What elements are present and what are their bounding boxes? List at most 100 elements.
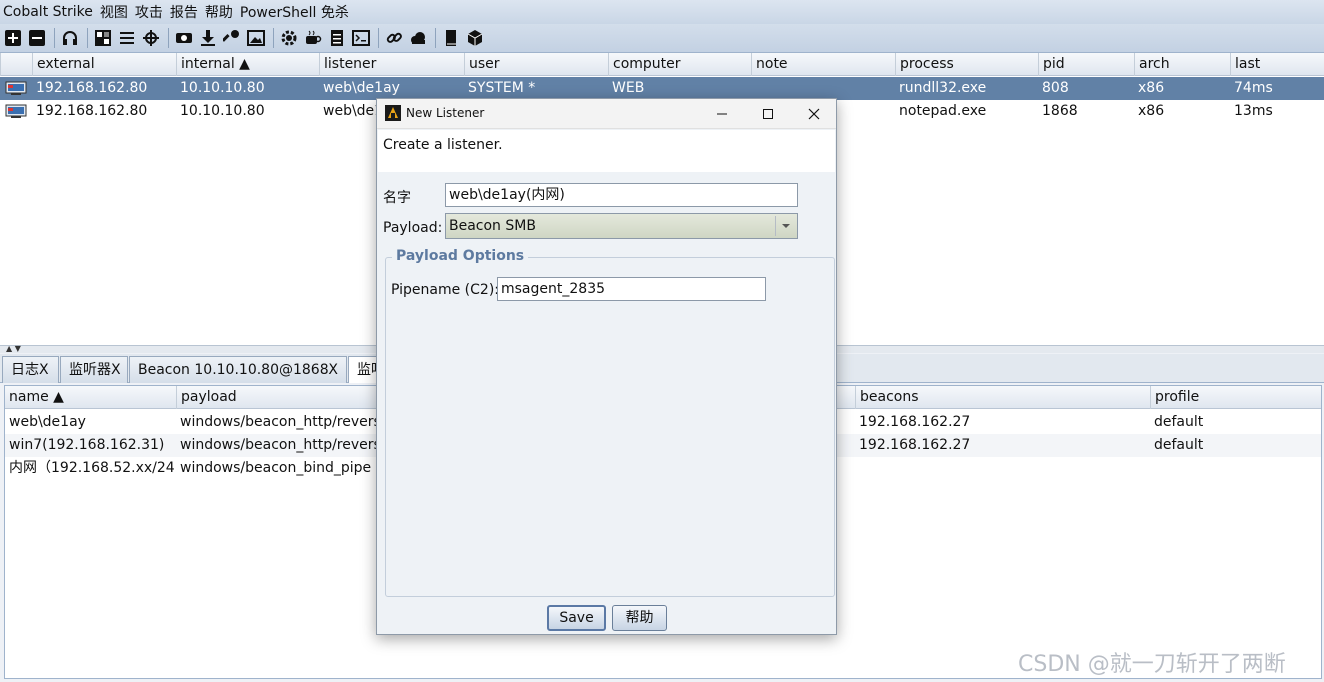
name-label: 名字 xyxy=(383,190,411,206)
payload-select[interactable]: Beacon SMB xyxy=(445,213,798,239)
payload-options-group: Payload Options Pipename (C2): msagent_2… xyxy=(385,248,835,597)
tab-beacon-label: Beacon 10.10.10.80@1868 xyxy=(138,362,329,378)
cell-note xyxy=(751,77,895,100)
watermark: CSDN @就一刀斩开了两断 xyxy=(1018,652,1286,677)
menu-bar: Cobalt Strike 视图 攻击 报告 帮助 PowerShell 免杀 xyxy=(0,0,1324,24)
cell-beacons: 192.168.162.27 xyxy=(859,414,971,430)
column-header-internal[interactable]: internal ▲ xyxy=(176,53,319,76)
cell-process: notepad.exe xyxy=(899,103,987,119)
cell-internal: 10.10.10.80 xyxy=(180,103,265,119)
dialog-title: New Listener xyxy=(406,106,485,120)
package-icon[interactable] xyxy=(464,27,486,49)
cell-computer: WEB xyxy=(612,80,645,96)
computer-icon xyxy=(5,81,27,95)
column-header-profile[interactable]: profile xyxy=(1150,386,1322,409)
column-header-arch[interactable]: arch xyxy=(1134,53,1230,76)
pipename-label: Pipename (C2): xyxy=(391,282,500,298)
close-icon xyxy=(808,108,820,120)
table-row[interactable]: 192.168.162.80 10.10.10.80 web\de1ay SYS… xyxy=(0,77,1324,100)
menu-attack[interactable]: 攻击 xyxy=(135,2,163,22)
column-header-name[interactable]: name ▲ xyxy=(5,386,176,409)
cell-profile: default xyxy=(1154,414,1204,430)
column-header-icon[interactable] xyxy=(0,53,32,76)
toolbar-separator xyxy=(378,28,379,48)
beacon-table-header: external internal ▲ listener user comput… xyxy=(0,53,1324,76)
cell-name: win7(192.168.162.31) xyxy=(9,437,165,453)
menu-cobalt-strike[interactable]: Cobalt Strike xyxy=(3,4,93,20)
column-header-pid[interactable]: pid xyxy=(1038,53,1134,76)
cell-profile: default xyxy=(1154,437,1204,453)
cell-payload: windows/beacon_http/reverse_ xyxy=(180,414,376,430)
link-icon[interactable] xyxy=(383,27,405,49)
menu-powershell[interactable]: PowerShell 免杀 xyxy=(240,2,349,22)
gear-icon[interactable] xyxy=(278,27,300,49)
help-button[interactable]: 帮助 xyxy=(612,605,667,631)
toolbar-separator xyxy=(87,28,88,48)
headphones-icon[interactable] xyxy=(59,27,81,49)
cell-profile xyxy=(1150,457,1322,480)
toolbar xyxy=(0,24,1324,53)
toolbar-separator xyxy=(54,28,55,48)
cell-payload: windows/beacon_http/reverse_ xyxy=(180,437,376,453)
cloud-icon[interactable] xyxy=(407,27,429,49)
new-listener-dialog: New Listener Create a listener. 名字 web\d… xyxy=(376,98,837,635)
menu-view[interactable]: 视图 xyxy=(100,2,128,22)
terminal-icon[interactable] xyxy=(350,27,372,49)
add-icon[interactable] xyxy=(2,27,24,49)
cell-external: 192.168.162.80 xyxy=(36,80,148,96)
name-input[interactable]: web\de1ay(内网) xyxy=(445,183,798,207)
column-header-last[interactable]: last xyxy=(1230,53,1324,76)
tab-log[interactable]: 日志X xyxy=(2,356,59,383)
cell-process: rundll32.exe xyxy=(899,80,987,96)
toolbar-separator xyxy=(168,28,169,48)
tab-beacon[interactable]: Beacon 10.10.10.80@1868 X xyxy=(129,356,347,383)
chevron-down-icon[interactable] xyxy=(775,216,795,236)
cell-internal: 10.10.10.80 xyxy=(180,80,265,96)
column-header-note[interactable]: note xyxy=(751,53,895,76)
cell-name: 内网（192.168.52.xx/24... xyxy=(9,460,176,476)
cobalt-strike-logo-icon xyxy=(385,105,401,121)
cell-last: 74ms xyxy=(1234,80,1273,96)
coffee-icon[interactable] xyxy=(302,27,324,49)
screen-icon[interactable] xyxy=(173,27,195,49)
note-icon[interactable] xyxy=(326,27,348,49)
image-icon[interactable] xyxy=(245,27,267,49)
download-icon[interactable] xyxy=(197,27,219,49)
dialog-title-bar[interactable]: New Listener xyxy=(377,99,836,129)
target-icon[interactable] xyxy=(140,27,162,49)
maximize-button[interactable] xyxy=(745,99,791,129)
column-header-user[interactable]: user xyxy=(464,53,608,76)
cell-listener: web\de1ay xyxy=(323,80,400,96)
menu-help[interactable]: 帮助 xyxy=(205,2,233,22)
cell-beacons xyxy=(855,457,1151,480)
tab-listeners[interactable]: 监听器X xyxy=(60,356,128,383)
dialog-description: Create a listener. xyxy=(378,130,835,172)
graph-icon[interactable] xyxy=(92,27,114,49)
tab-close-button[interactable]: X xyxy=(328,357,338,384)
payload-options-title: Payload Options xyxy=(392,248,529,264)
column-header-external[interactable]: external xyxy=(32,53,176,76)
cell-pid: 1868 xyxy=(1042,103,1078,119)
column-header-listener[interactable]: listener xyxy=(319,53,464,76)
list-icon[interactable] xyxy=(116,27,138,49)
close-button[interactable] xyxy=(791,99,837,129)
key-icon[interactable] xyxy=(221,27,243,49)
book-icon[interactable] xyxy=(440,27,462,49)
column-header-computer[interactable]: computer xyxy=(608,53,751,76)
computer-icon xyxy=(5,104,27,118)
menu-report[interactable]: 报告 xyxy=(170,2,198,22)
cell-arch: x86 xyxy=(1138,103,1165,119)
cell-name: web\de1ay xyxy=(9,414,86,430)
cell-beacons: 192.168.162.27 xyxy=(859,437,971,453)
pipename-input[interactable]: msagent_2835 xyxy=(497,277,766,301)
cell-last: 13ms xyxy=(1234,103,1273,119)
remove-icon[interactable] xyxy=(26,27,48,49)
save-button[interactable]: Save xyxy=(547,605,606,631)
minimize-icon xyxy=(717,113,727,115)
column-header-process[interactable]: process xyxy=(895,53,1038,76)
payload-label: Payload: xyxy=(383,220,443,236)
column-header-beacons[interactable]: beacons xyxy=(855,386,1151,409)
cell-external: 192.168.162.80 xyxy=(36,103,148,119)
minimize-button[interactable] xyxy=(699,99,745,129)
cell-pid: 808 xyxy=(1042,80,1069,96)
